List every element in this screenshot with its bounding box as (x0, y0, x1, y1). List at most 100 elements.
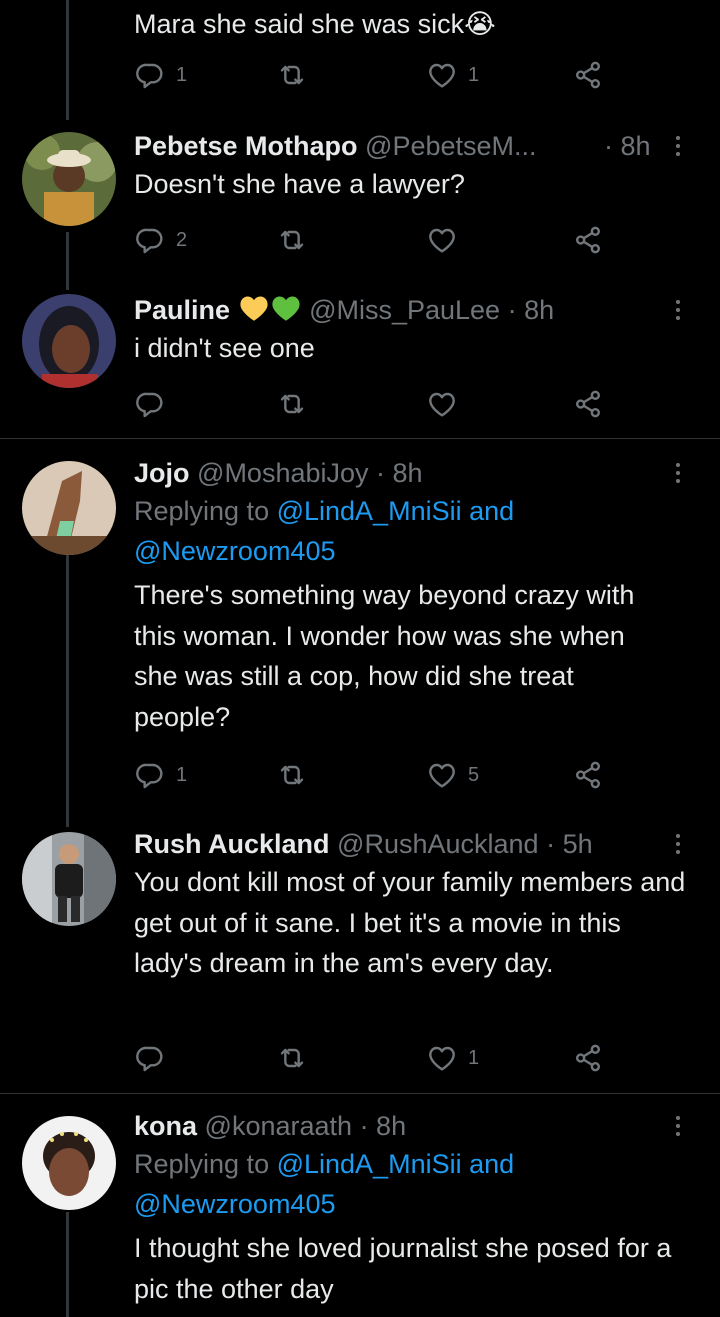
tweet-pauline[interactable]: Pauline @Miss_PauLee · 8h i didn't see o… (0, 292, 720, 332)
like-count: 1 (468, 63, 480, 86)
display-name[interactable]: Pebetse Mothapo (134, 131, 358, 161)
share-button[interactable] (572, 55, 604, 95)
tweet-text: i didn't see one (134, 333, 315, 363)
thread-line (66, 1212, 69, 1317)
tweet-header: Pauline @Miss_PauLee · 8h (134, 292, 694, 328)
tweet-text: Mara she said she was sick😭 (134, 9, 496, 39)
timestamp[interactable]: · 8h (604, 128, 651, 164)
reply-icon (134, 388, 166, 420)
tweet-header: Rush Auckland @RushAuckland · 5h (134, 826, 694, 862)
like-icon (426, 59, 458, 91)
timestamp[interactable]: · 8h (360, 1111, 407, 1141)
share-button[interactable] (572, 384, 604, 424)
retweet-button[interactable] (276, 1038, 308, 1078)
avatar[interactable] (22, 132, 116, 226)
retweet-icon (276, 759, 308, 791)
more-icon[interactable] (668, 292, 688, 328)
handle[interactable]: @PebetseM... (365, 131, 536, 161)
reply-icon (134, 759, 166, 791)
retweet-button[interactable] (276, 755, 308, 795)
retweet-icon (276, 1042, 308, 1074)
reply-count: 1 (176, 763, 188, 786)
display-name[interactable]: kona (134, 1111, 197, 1141)
more-icon[interactable] (668, 128, 688, 164)
tweet-actions: 1 (134, 1038, 694, 1078)
avatar[interactable] (22, 832, 116, 926)
replying-to: Replying to @LindA_MniSii and @Newzroom40… (134, 1144, 694, 1224)
like-button[interactable] (426, 384, 458, 424)
like-button[interactable]: 1 (426, 55, 479, 95)
tweet-text: I thought she loved journalist she posed… (134, 1233, 672, 1304)
share-icon (572, 224, 604, 256)
thread-line (66, 555, 69, 827)
tweet-actions: 1 1 (134, 55, 694, 95)
share-button[interactable] (572, 755, 604, 795)
retweet-icon (276, 224, 308, 256)
display-name[interactable]: Pauline (134, 295, 230, 325)
reply-button[interactable] (134, 384, 166, 424)
like-count: 5 (468, 763, 480, 786)
tweet-header: Jojo @MoshabiJoy · 8h (134, 455, 694, 491)
yellow-heart-icon (238, 294, 270, 331)
display-name[interactable]: Rush Auckland (134, 829, 330, 859)
share-button[interactable] (572, 1038, 604, 1078)
mention-link[interactable]: @Newzroom405 (134, 1189, 336, 1219)
like-button[interactable] (426, 220, 458, 260)
like-count: 1 (468, 1046, 480, 1069)
tweet-text: You dont kill most of your family member… (134, 867, 686, 978)
more-icon[interactable] (668, 1108, 688, 1144)
like-icon (426, 388, 458, 420)
replying-to: Replying to @LindA_MniSii and @Newzroom40… (134, 491, 694, 571)
mention-link[interactable]: @LindA_MniSii and (277, 496, 515, 526)
tweet-rush[interactable]: Rush Auckland @RushAuckland · 5h You don… (0, 826, 720, 866)
retweet-icon (276, 59, 308, 91)
reply-icon (134, 1042, 166, 1074)
more-icon[interactable] (668, 455, 688, 491)
reply-button[interactable]: 2 (134, 220, 187, 260)
reply-icon (134, 224, 166, 256)
share-icon (572, 59, 604, 91)
avatar[interactable] (22, 461, 116, 555)
reply-count: 1 (176, 63, 188, 86)
tweet-mara[interactable]: Mara she said she was sick😭 1 1 (0, 0, 720, 40)
share-icon (572, 388, 604, 420)
tweet-actions (134, 384, 694, 424)
more-icon[interactable] (668, 826, 688, 862)
reply-count: 2 (176, 228, 188, 251)
divider (0, 1093, 720, 1094)
retweet-button[interactable] (276, 55, 308, 95)
like-button[interactable]: 5 (426, 755, 479, 795)
handle[interactable]: @konaraath (205, 1111, 353, 1141)
avatar[interactable] (22, 1116, 116, 1210)
mention-link[interactable]: @LindA_MniSii and (277, 1149, 515, 1179)
timestamp[interactable]: · 8h (508, 295, 555, 325)
replying-label: Replying to (134, 496, 277, 526)
like-button[interactable]: 1 (426, 1038, 479, 1078)
retweet-button[interactable] (276, 220, 308, 260)
reply-button[interactable]: 1 (134, 755, 187, 795)
handle[interactable]: @Miss_PauLee (309, 295, 500, 325)
handle[interactable]: @MoshabiJoy (197, 458, 368, 488)
reply-button[interactable] (134, 1038, 166, 1078)
retweet-button[interactable] (276, 384, 308, 424)
timestamp[interactable]: · 5h (546, 829, 593, 859)
thread-line (66, 232, 69, 290)
tweet-text: There's something way beyond crazy with … (134, 580, 635, 732)
share-button[interactable] (572, 220, 604, 260)
timestamp[interactable]: · 8h (376, 458, 423, 488)
retweet-icon (276, 388, 308, 420)
tweet-jojo[interactable]: Jojo @MoshabiJoy · 8h Replying to @LindA… (0, 455, 720, 495)
tweet-text: Doesn't she have a lawyer? (134, 169, 465, 199)
reply-button[interactable]: 1 (134, 55, 187, 95)
tweet-header: kona @konaraath · 8h (134, 1108, 694, 1144)
replying-label: Replying to (134, 1149, 277, 1179)
divider (0, 438, 720, 439)
display-name[interactable]: Jojo (134, 458, 190, 488)
avatar[interactable] (22, 294, 116, 388)
tweet-header: Pebetse Mothapo @PebetseM... · 8h (134, 128, 694, 164)
handle[interactable]: @RushAuckland (337, 829, 539, 859)
tweet-actions: 1 5 (134, 755, 694, 795)
tweet-pebetse[interactable]: Pebetse Mothapo @PebetseM... · 8h Doesn'… (0, 128, 720, 168)
mention-link[interactable]: @Newzroom405 (134, 536, 336, 566)
share-icon (572, 759, 604, 791)
